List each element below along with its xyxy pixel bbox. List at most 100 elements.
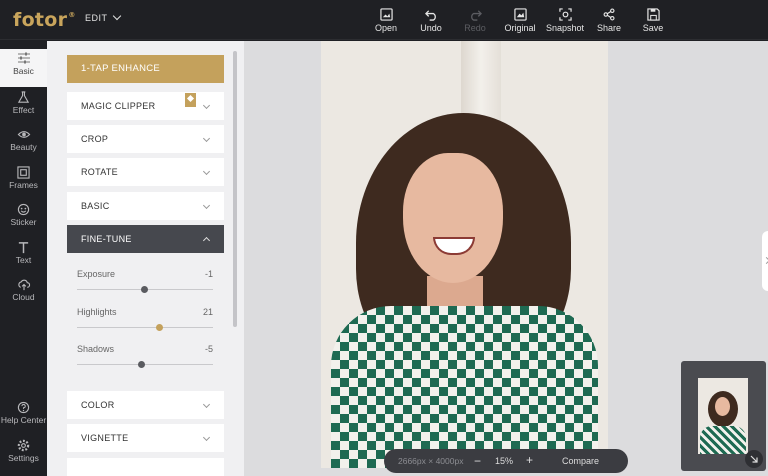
magic-clipper-label: MAGIC CLIPPER: [81, 101, 156, 111]
rail-item-help-center[interactable]: Help Center: [0, 399, 47, 435]
edit-menu-label: EDIT: [85, 13, 108, 23]
rail-label-basic: Basic: [13, 66, 34, 76]
save-button[interactable]: Save: [631, 8, 675, 33]
vignette-label: VIGNETTE: [81, 433, 129, 443]
minimap-collapse-button[interactable]: [745, 450, 763, 468]
color-label: COLOR: [81, 400, 115, 410]
shadows-thumb[interactable]: [138, 361, 145, 368]
sliders-icon: [17, 52, 30, 64]
rail-item-cloud[interactable]: Cloud: [0, 276, 47, 312]
undo-icon: [424, 10, 436, 21]
zoom-level: 15%: [495, 456, 514, 466]
fotor-editor: fotor® EDIT Open Undo Redo Original Snap…: [0, 0, 768, 476]
one-tap-enhance-button[interactable]: 1-TAP ENHANCE: [67, 55, 224, 83]
highlights-label: Highlights: [77, 307, 117, 317]
original-label: Original: [504, 23, 536, 33]
vignette-section[interactable]: VIGNETTE: [67, 424, 224, 452]
help-icon: [17, 401, 30, 414]
edit-menu[interactable]: EDIT: [85, 11, 121, 23]
gear-icon: [17, 439, 30, 452]
snapshot-button[interactable]: Snapshot: [543, 8, 587, 33]
minimap-thumbnail: [698, 378, 748, 454]
portrait-photo: [321, 41, 608, 468]
zoom-in-button[interactable]: +: [526, 453, 533, 467]
rail-label-beauty: Beauty: [10, 142, 37, 152]
chevron-down-icon: [112, 11, 121, 21]
right-panel-toggle[interactable]: [762, 231, 768, 291]
crop-label: CROP: [81, 134, 109, 144]
text-icon: [18, 242, 29, 254]
shadows-track[interactable]: [77, 361, 213, 368]
share-button[interactable]: Share: [587, 8, 631, 33]
exposure-thumb[interactable]: [141, 286, 148, 293]
image-dimensions: 2666px × 4000px: [398, 456, 464, 466]
chevron-up-icon: [202, 236, 211, 245]
snapshot-icon: [558, 8, 572, 21]
redo-icon: [470, 10, 482, 21]
frame-icon: [17, 166, 30, 179]
rail-item-sticker[interactable]: Sticker: [0, 201, 47, 237]
rail-label-frames: Frames: [9, 180, 38, 190]
photo-shirt: [331, 306, 598, 468]
image-open-icon: [379, 8, 393, 21]
undo-label: Undo: [420, 23, 442, 33]
crop-section[interactable]: CROP: [67, 125, 224, 153]
rotate-label: ROTATE: [81, 167, 118, 177]
exposure-track[interactable]: [77, 286, 213, 293]
rail-item-text[interactable]: Text: [0, 239, 47, 275]
original-icon: [513, 8, 527, 21]
highlights-value: 21: [202, 307, 213, 317]
compare-button[interactable]: Compare: [562, 456, 599, 466]
rail-label-cloud: Cloud: [12, 292, 35, 302]
exposure-slider[interactable]: Exposure -1: [77, 269, 213, 293]
flask-icon: [17, 91, 30, 103]
basic-label: BASIC: [81, 201, 110, 211]
fine-tune-section[interactable]: FINE-TUNE: [67, 225, 224, 253]
panel-scrollbar[interactable]: [233, 51, 237, 327]
undo-button[interactable]: Undo: [409, 8, 453, 33]
fine-tune-label: FINE-TUNE: [81, 234, 132, 244]
zoom-out-button[interactable]: −: [474, 454, 481, 468]
chevron-down-icon: [202, 167, 211, 176]
highlights-track[interactable]: [77, 324, 213, 331]
navigator-minimap[interactable]: [681, 361, 766, 471]
chevron-down-icon: [202, 201, 211, 210]
rail-item-effect[interactable]: Effect: [0, 89, 47, 125]
highlights-thumb[interactable]: [156, 324, 163, 331]
logo-text: fotor: [13, 9, 68, 31]
chevron-down-icon: [202, 134, 211, 143]
chevron-down-icon: [202, 433, 211, 442]
exposure-value: -1: [204, 269, 213, 279]
cloud-upload-icon: [17, 279, 30, 291]
share-icon: [603, 8, 615, 21]
rail-item-beauty[interactable]: Beauty: [0, 126, 47, 162]
open-button[interactable]: Open: [364, 8, 408, 33]
color-section[interactable]: COLOR: [67, 391, 224, 419]
snapshot-label: Snapshot: [545, 23, 585, 33]
shadows-value: -5: [204, 344, 213, 354]
redo-label: Redo: [464, 23, 486, 33]
shadows-slider[interactable]: Shadows -5: [77, 344, 213, 368]
bookmark-badge-icon: [185, 93, 196, 107]
left-nav-rail: Basic Effect Beauty Frames Sticker Text …: [0, 41, 47, 476]
basic-section[interactable]: BASIC: [67, 192, 224, 220]
logo-mark: ®: [68, 11, 76, 19]
highlights-slider[interactable]: Highlights 21: [77, 307, 213, 331]
photo-face: [403, 153, 503, 283]
original-button[interactable]: Original: [498, 8, 542, 33]
redo-button[interactable]: Redo: [453, 8, 497, 33]
rotate-section[interactable]: ROTATE: [67, 158, 224, 186]
next-section-partial[interactable]: [67, 458, 224, 476]
share-label: Share: [596, 23, 622, 33]
rail-item-basic[interactable]: Basic: [0, 49, 47, 87]
rail-label-effect: Effect: [12, 105, 35, 115]
save-label: Save: [642, 23, 664, 33]
zoom-bar: 2666px × 4000px − 15% + Compare: [384, 449, 628, 473]
editing-canvas[interactable]: 2666px × 4000px − 15% + Compare: [244, 41, 768, 476]
rail-item-settings[interactable]: Settings: [0, 437, 47, 473]
arrow-diagonal-icon: [750, 455, 758, 463]
fotor-logo[interactable]: fotor®: [13, 9, 75, 31]
rail-label-text: Text: [15, 255, 32, 265]
rail-item-frames[interactable]: Frames: [0, 164, 47, 200]
magic-clipper-section[interactable]: MAGIC CLIPPER: [67, 92, 224, 120]
